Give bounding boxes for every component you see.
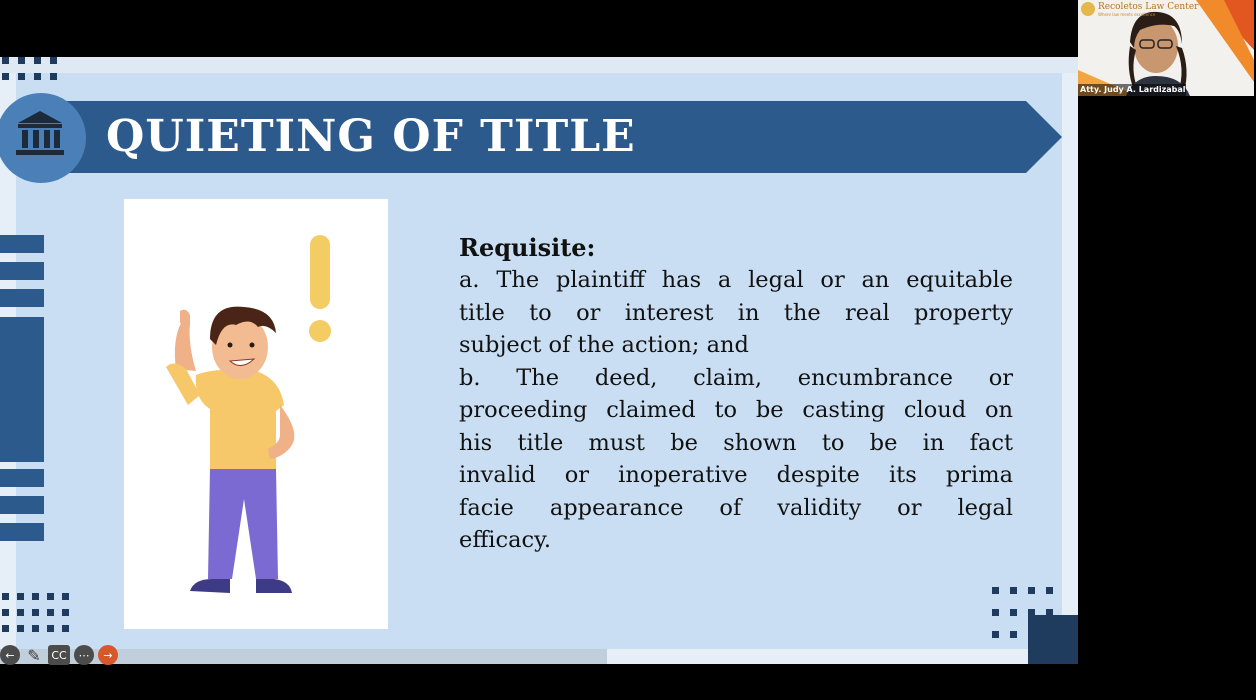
requisite-content: Requisite: a. The plaintiff has a legal …: [459, 232, 1013, 557]
decor-bar: [0, 235, 44, 253]
decor-bar: [0, 523, 44, 541]
decor-dots-bottom-left: [2, 593, 69, 632]
requisite-line: facie appearance of validity or legal: [459, 494, 1013, 521]
requisite-line: subject of the action; and: [459, 332, 749, 358]
webcam-tile[interactable]: Recoletos Law Center Where law meets exc…: [1078, 0, 1254, 96]
requisite-line: a. The plaintiff has a legal or an equit…: [459, 267, 1013, 293]
requisite-line: proceeding claimed to be casting cloud o…: [459, 397, 1013, 423]
more-icon[interactable]: ⋯: [74, 645, 94, 665]
slide-top-band: [0, 57, 1078, 73]
decor-bar: [0, 469, 44, 487]
courthouse-icon: [0, 93, 86, 183]
webcam-brand-sub: Where law meets excellence: [1098, 12, 1156, 17]
decor-dots-top-left: [2, 57, 57, 80]
presentation-toolbar: ← ✎ CC ⋯ →: [0, 644, 118, 666]
arrow-right-icon[interactable]: →: [98, 645, 118, 665]
presentation-slide: QUIETING OF TITLE Requisite: a. The plai…: [0, 57, 1078, 664]
decor-bar: [0, 317, 44, 462]
title-banner: QUIETING OF TITLE: [0, 101, 1062, 173]
decor-corner-block: [1028, 615, 1078, 664]
law-center-logo-icon: [1081, 2, 1095, 16]
requisite-line: his title must be shown to be in fact: [459, 429, 1013, 456]
cc-button[interactable]: CC: [48, 645, 70, 665]
requisite-line: invalid or inoperative despite its prima: [459, 462, 1013, 488]
slide-title: QUIETING OF TITLE: [106, 111, 636, 162]
participant-name: Atty. Judy A. Lardizabal: [1078, 84, 1186, 96]
requisite-line: b. The deed, claim, encumbrance or: [459, 364, 1013, 391]
decor-bar: [0, 496, 44, 514]
requisite-line: efficacy.: [459, 527, 551, 553]
webcam-brand: Recoletos Law Center: [1098, 2, 1199, 12]
decor-bar: [0, 262, 44, 280]
requisite-heading: Requisite:: [459, 233, 596, 262]
requisite-line: title to or interest in the real propert…: [459, 299, 1013, 326]
decor-bar: [0, 289, 44, 307]
man-pointing-up-illustration: [166, 235, 331, 593]
pen-icon[interactable]: ✎: [24, 645, 44, 665]
illustration-card: [124, 199, 388, 629]
arrow-left-icon[interactable]: ←: [0, 645, 20, 665]
